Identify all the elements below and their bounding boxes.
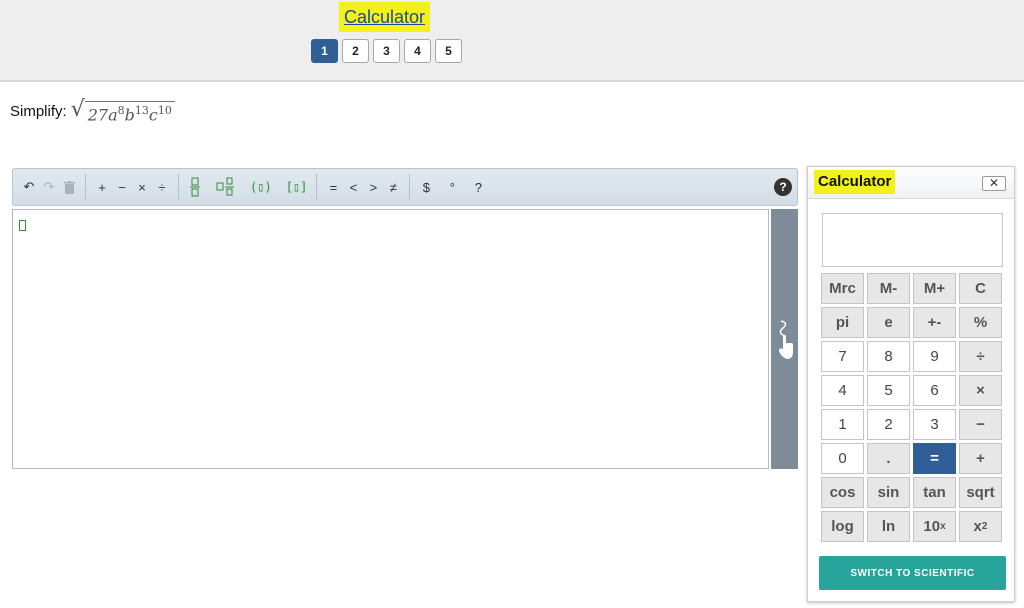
key-0[interactable]: 0 <box>821 443 864 474</box>
calculator-display <box>822 213 1003 267</box>
key-ln[interactable]: ln <box>867 511 910 542</box>
toolbar-divider <box>409 174 411 200</box>
minus-button[interactable]: − <box>112 175 132 199</box>
degree-button[interactable]: ° <box>442 175 462 199</box>
radicand-coefficient: 27 <box>87 105 109 125</box>
key-x-squared[interactable]: x2 <box>959 511 1002 542</box>
calculator-keypad: Mrc M- M+ C pi e +- % 7 8 9 ÷ 4 5 6 × 1 … <box>821 273 1002 542</box>
parentheses-button[interactable]: (▯) <box>247 175 275 199</box>
key-tan[interactable]: tan <box>913 477 956 508</box>
key-ten-power-x[interactable]: 10 x <box>913 511 956 542</box>
fraction-button[interactable] <box>185 175 205 199</box>
fraction-icon <box>190 177 200 197</box>
trash-icon <box>63 180 75 194</box>
key-9[interactable]: 9 <box>913 341 956 372</box>
key-sin[interactable]: sin <box>867 477 910 508</box>
top-header: Calculator 1 2 3 4 5 <box>0 0 1024 82</box>
key-clear[interactable]: C <box>959 273 1002 304</box>
calculator-link[interactable]: Calculator <box>339 2 431 32</box>
toolbar-divider <box>316 174 318 200</box>
question-mark-button[interactable]: ? <box>468 175 488 199</box>
dollar-button[interactable]: $ <box>416 175 436 199</box>
greater-than-button[interactable]: > <box>363 175 383 199</box>
answer-input-area[interactable] <box>12 209 769 469</box>
toolbar-divider <box>85 174 86 200</box>
switch-to-scientific-button[interactable]: SWITCH TO SCIENTIFIC <box>819 556 1006 590</box>
key-divide[interactable]: ÷ <box>959 341 1002 372</box>
equals-button[interactable]: = <box>323 175 343 199</box>
mixed-fraction-icon <box>216 177 234 196</box>
key-5[interactable]: 5 <box>867 375 910 406</box>
undo-button[interactable]: ↶ <box>19 175 39 199</box>
key-add[interactable]: + <box>959 443 1002 474</box>
key-plus-minus[interactable]: +- <box>913 307 956 338</box>
key-7[interactable]: 7 <box>821 341 864 372</box>
key-m-plus[interactable]: M+ <box>913 273 956 304</box>
radicand-exp-b: 13 <box>134 104 149 117</box>
less-than-button[interactable]: < <box>343 175 363 199</box>
redo-button[interactable]: ↷ <box>39 175 59 199</box>
key-2[interactable]: 2 <box>867 409 910 440</box>
times-button[interactable]: × <box>132 175 152 199</box>
calculator-header[interactable]: Calculator ✕ <box>808 167 1014 199</box>
delete-button[interactable] <box>59 175 79 199</box>
page-button-3[interactable]: 3 <box>373 39 400 63</box>
key-mrc[interactable]: Mrc <box>821 273 864 304</box>
toolbar-divider <box>178 174 179 200</box>
divide-button[interactable]: ÷ <box>152 175 172 199</box>
key-ten-exponent: x <box>940 521 946 532</box>
plus-button[interactable]: + <box>92 175 112 199</box>
input-placeholder-box <box>19 220 26 231</box>
key-6[interactable]: 6 <box>913 375 956 406</box>
page-button-2[interactable]: 2 <box>342 39 369 63</box>
radicand-exp-a: 8 <box>117 104 125 117</box>
key-subtract[interactable]: − <box>959 409 1002 440</box>
radicand-exp-c: 10 <box>157 104 172 117</box>
handwriting-panel-toggle[interactable] <box>771 209 798 469</box>
key-e[interactable]: e <box>867 307 910 338</box>
key-equals[interactable]: = <box>913 443 956 474</box>
key-decimal[interactable]: . <box>867 443 910 474</box>
key-1[interactable]: 1 <box>821 409 864 440</box>
calculator-title: Calculator <box>814 170 896 194</box>
radicand-var-b: b <box>124 105 135 125</box>
sqrt-symbol: √ <box>70 97 85 122</box>
key-percent[interactable]: % <box>959 307 1002 338</box>
key-ten-base: 10 <box>923 518 941 535</box>
key-8[interactable]: 8 <box>867 341 910 372</box>
page-button-1[interactable]: 1 <box>311 39 338 63</box>
key-3[interactable]: 3 <box>913 409 956 440</box>
mixed-fraction-button[interactable] <box>213 175 239 199</box>
not-equal-button[interactable]: ≠ <box>383 175 403 199</box>
key-4[interactable]: 4 <box>821 375 864 406</box>
key-log[interactable]: log <box>821 511 864 542</box>
key-x-base: x <box>973 518 982 535</box>
close-button[interactable]: ✕ <box>982 176 1006 191</box>
key-pi[interactable]: pi <box>821 307 864 338</box>
brackets-button[interactable]: [▯] <box>283 175 311 199</box>
calculator-panel: Calculator ✕ Mrc M- M+ C pi e +- % 7 8 9… <box>807 166 1015 602</box>
key-x-exponent: 2 <box>981 521 988 532</box>
question-prompt: Simplify: √ 27a8b13c10 <box>10 98 175 124</box>
key-m-minus[interactable]: M- <box>867 273 910 304</box>
question-pager: 1 2 3 4 5 <box>311 39 462 63</box>
key-cos[interactable]: cos <box>821 477 864 508</box>
equation-toolbar: ↶ ↷ + − × ÷ (▯) [▯] = < > ≠ $ ° ? ? <box>12 168 798 206</box>
hand-pointer-icon <box>779 320 793 359</box>
key-multiply[interactable]: × <box>959 375 1002 406</box>
help-icon[interactable]: ? <box>774 178 792 196</box>
radicand: 27a8b13c10 <box>84 101 175 125</box>
page-button-4[interactable]: 4 <box>404 39 431 63</box>
question-text: Simplify: <box>10 102 67 120</box>
key-sqrt[interactable]: sqrt <box>959 477 1002 508</box>
radicand-var-c: c <box>148 105 158 125</box>
radical-expression: √ 27a8b13c10 <box>71 98 175 124</box>
page-button-5[interactable]: 5 <box>435 39 462 63</box>
radicand-var-a: a <box>108 105 118 125</box>
